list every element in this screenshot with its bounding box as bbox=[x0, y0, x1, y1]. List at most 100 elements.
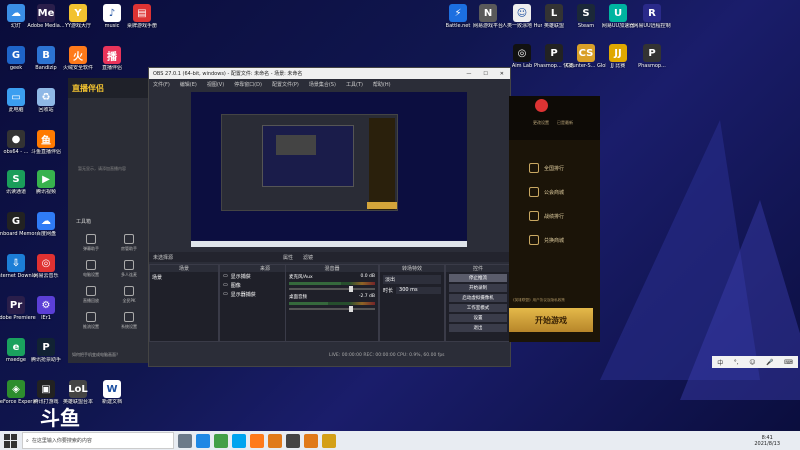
ime-keyboard-icon[interactable]: ⌨ bbox=[784, 359, 793, 366]
obs-menu-item[interactable]: 工具(T) bbox=[346, 81, 363, 88]
volume-knob[interactable] bbox=[349, 286, 354, 292]
tool-item[interactable]: 推流设置 bbox=[72, 312, 110, 330]
volume-knob[interactable] bbox=[349, 306, 354, 312]
game-menu-icon bbox=[529, 163, 539, 173]
desktop-icon[interactable]: ☁ 百度网盘 bbox=[26, 210, 66, 250]
taskbar-search[interactable]: ⌕ 在这里输入你要搜索的内容 bbox=[22, 432, 174, 449]
ime-mode-icon[interactable]: 中 bbox=[717, 358, 723, 367]
filters-button[interactable]: 滤镜 bbox=[303, 254, 313, 261]
obs-menu-item[interactable]: 文件(F) bbox=[153, 81, 170, 88]
desktop-icon[interactable]: 鱼斗鱼直播伴侣 bbox=[26, 128, 66, 168]
tool-item[interactable]: 系统设置 bbox=[110, 312, 148, 330]
tool-icon bbox=[124, 234, 134, 244]
desktop-icon[interactable]: R 网易UU远程控制 bbox=[632, 2, 672, 42]
obs-preview[interactable] bbox=[191, 92, 467, 247]
app-icon: Me bbox=[37, 4, 55, 22]
tool-item[interactable]: 房管助手 bbox=[110, 234, 148, 252]
game-notice[interactable]: 《英雄联盟》用户协议及隐私政策 bbox=[511, 298, 565, 303]
transition-select[interactable]: 淡出 bbox=[383, 275, 441, 284]
search-placeholder: 在这里输入你要搜索的内容 bbox=[31, 438, 92, 444]
no-source-label: 未选择源 bbox=[153, 254, 174, 261]
settings-link[interactable]: 更改设置 bbox=[533, 120, 549, 126]
transitions-title: 转场特效 bbox=[380, 265, 444, 272]
control-button[interactable]: 启动虚拟摄像机 bbox=[449, 294, 507, 302]
duration-input[interactable]: 300 ms bbox=[396, 287, 441, 294]
scene-item[interactable]: 场景 bbox=[150, 272, 218, 283]
zhibo-footer[interactable]: 如何把手机变成电脑画面？ bbox=[72, 352, 120, 358]
game-menu-label: 全国排行 bbox=[544, 165, 565, 172]
taskbar-app-icon[interactable] bbox=[232, 433, 246, 448]
volume-slider[interactable] bbox=[289, 306, 375, 312]
desktop-icon[interactable]: ◎ 网易云音乐 bbox=[26, 252, 66, 292]
game-menu-item[interactable]: 全国排行 bbox=[509, 156, 600, 180]
taskbar-app-icon[interactable] bbox=[214, 433, 228, 448]
control-button[interactable]: 停止推流 bbox=[449, 274, 507, 282]
taskbar-app-icon[interactable] bbox=[304, 433, 318, 448]
tool-label: 全民PK bbox=[122, 298, 136, 303]
tool-item[interactable]: 全民PK bbox=[110, 286, 148, 304]
taskbar-app-icon[interactable] bbox=[322, 433, 336, 448]
tools-grid: 弹幕助手 房管助手 电脑设置 多人连麦 直播回放 全民PK 推流设置 系统设置 bbox=[72, 234, 148, 330]
ime-toolbar[interactable]: 中 °, ☺ 🎤 ⌨ bbox=[712, 356, 798, 368]
taskbar-app-icon[interactable] bbox=[250, 433, 264, 448]
start-game-button[interactable]: 开始游戏 bbox=[509, 308, 593, 332]
watermark: 斗鱼 bbox=[40, 406, 80, 430]
app-icon: ● bbox=[7, 130, 25, 148]
app-icon: R bbox=[643, 4, 661, 22]
tool-item[interactable]: 直播回放 bbox=[72, 286, 110, 304]
control-button[interactable]: 开始录制 bbox=[449, 284, 507, 292]
obs-titlebar: OBS 27.0.1 (64-bit, windows) - 配置文件: 未命名… bbox=[149, 68, 510, 79]
obs-menu-item[interactable]: 编辑(E) bbox=[180, 81, 197, 88]
app-icon: Y bbox=[69, 4, 87, 22]
app-icon: S bbox=[7, 170, 25, 188]
obs-menu-item[interactable]: 配置文件(P) bbox=[272, 81, 299, 88]
game-menu-item[interactable]: 兑换商城 bbox=[509, 228, 600, 252]
tool-item[interactable]: 弹幕助手 bbox=[72, 234, 110, 252]
taskbar-app-icon[interactable] bbox=[286, 433, 300, 448]
zhibo-hint: 暂无显示，请添加直播内容 bbox=[78, 166, 126, 171]
tool-item[interactable]: 多人连麦 bbox=[110, 260, 148, 278]
source-name: 显示捕获 bbox=[230, 274, 251, 280]
close-icon[interactable]: ✕ bbox=[500, 71, 504, 77]
desktop-icon[interactable]: P Phasmop... bbox=[632, 42, 672, 82]
desktop-icon[interactable]: ▶ 腾讯视频 bbox=[26, 168, 66, 208]
tool-item[interactable]: 电脑设置 bbox=[72, 260, 110, 278]
control-button[interactable]: 设置 bbox=[449, 314, 507, 322]
tray-clock[interactable]: 8:41 2021/8/13 bbox=[754, 435, 780, 447]
mixer-track: 麦克风/Aux 0.0 dB bbox=[286, 272, 378, 292]
obs-menu-item[interactable]: 帮助(H) bbox=[373, 81, 391, 88]
desktop-icon[interactable]: ▤ 桌牌游戏手册 bbox=[122, 2, 162, 42]
preview-game-panel bbox=[369, 118, 395, 210]
minimize-icon[interactable]: — bbox=[466, 71, 471, 77]
game-header: 更改设置 已是最新 bbox=[509, 96, 600, 140]
preview-taskbar bbox=[191, 241, 467, 247]
ime-voice-icon[interactable]: 🎤 bbox=[766, 359, 773, 366]
track-name: 桌面音频 bbox=[289, 295, 307, 300]
desktop-icon-label: 直播伴侣 bbox=[101, 65, 122, 71]
game-menu-label: 公会商城 bbox=[544, 189, 565, 196]
game-menu-item[interactable]: 公会商城 bbox=[509, 180, 600, 204]
windows-start-icon[interactable] bbox=[4, 433, 18, 448]
ime-emoji-icon[interactable]: ☺ bbox=[749, 359, 755, 366]
tool-icon bbox=[124, 260, 134, 270]
taskbar-app-icon[interactable] bbox=[196, 433, 210, 448]
ime-punct-icon[interactable]: °, bbox=[734, 359, 739, 366]
obs-menu-item[interactable]: 停靠窗口(D) bbox=[234, 81, 262, 88]
desktop-icon[interactable]: P 腾讯抢票助手 bbox=[26, 336, 66, 376]
control-button[interactable]: 退出 bbox=[449, 324, 507, 332]
desktop-icon[interactable]: W 新建文档 bbox=[92, 378, 132, 418]
desktop-icon[interactable]: ⚙ IEr1 bbox=[26, 294, 66, 334]
taskbar-app-icon[interactable] bbox=[268, 433, 282, 448]
maximize-icon[interactable]: ☐ bbox=[483, 71, 487, 77]
scenes-title: 场景 bbox=[150, 265, 218, 272]
volume-slider[interactable] bbox=[289, 286, 375, 292]
controls-dock: 控件 停止推流 开始录制 启动虚拟摄像机 工作室模式 设置 退出 bbox=[445, 264, 511, 342]
properties-button[interactable]: 属性 bbox=[283, 254, 293, 261]
desktop-icon[interactable]: ♻ 回收站 bbox=[26, 86, 66, 126]
taskbar-app-icon[interactable] bbox=[178, 433, 192, 448]
obs-menu-item[interactable]: 场景集合(S) bbox=[309, 81, 336, 88]
obs-menu-item[interactable]: 视图(V) bbox=[207, 81, 224, 88]
app-icon: S bbox=[577, 4, 595, 22]
game-menu-item[interactable]: 战绩排行 bbox=[509, 204, 600, 228]
control-button[interactable]: 工作室模式 bbox=[449, 304, 507, 312]
